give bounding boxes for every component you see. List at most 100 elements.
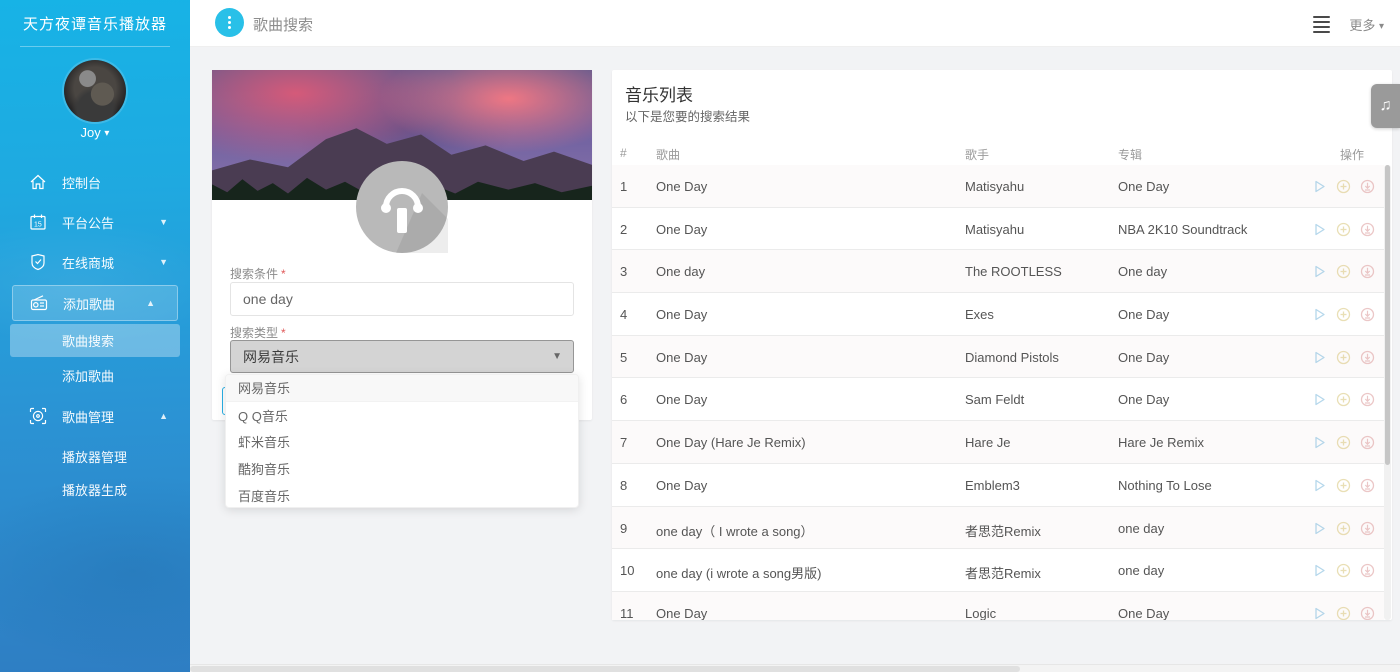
sidebar-item-song-search[interactable]: 歌曲搜索	[10, 324, 180, 357]
row-song: One Day	[656, 606, 707, 620]
sidebar-item-add-song[interactable]: 添加歌曲 ▲	[12, 285, 178, 321]
sidebar-item-announcements[interactable]: 15 平台公告 ▼	[0, 202, 190, 242]
add-icon[interactable]	[1336, 264, 1351, 279]
more-dropdown[interactable]: 更多 ▾	[1349, 15, 1384, 34]
row-song: One Day	[656, 307, 707, 322]
add-icon[interactable]	[1336, 307, 1351, 322]
row-song: One day	[656, 264, 705, 279]
chevron-down-icon: ▼	[159, 217, 168, 227]
dropdown-option-netease[interactable]: 网易音乐	[226, 375, 578, 402]
download-icon[interactable]	[1360, 350, 1375, 365]
music-note-tab[interactable]: ♫	[1371, 84, 1400, 128]
dropdown-option-xiami[interactable]: 虾米音乐	[226, 429, 578, 456]
type-label: 搜索类型*	[230, 324, 286, 341]
table-row: 6 One Day Sam Feldt One Day	[612, 378, 1384, 421]
download-icon[interactable]	[1360, 264, 1375, 279]
horizontal-scrollbar[interactable]	[190, 664, 1400, 672]
row-artist: Hare Je	[965, 435, 1011, 450]
row-song: One Day	[656, 392, 707, 407]
collapse-menu-button[interactable]	[215, 8, 244, 37]
play-icon[interactable]	[1312, 264, 1327, 279]
row-song: One Day (Hare Je Remix)	[656, 435, 806, 450]
add-icon[interactable]	[1336, 350, 1351, 365]
row-index: 8	[620, 478, 627, 493]
sidebar-item-player-generation[interactable]: 播放器生成	[0, 473, 190, 506]
add-icon[interactable]	[1336, 521, 1351, 536]
user-avatar[interactable]	[64, 60, 126, 122]
table-scrollbar[interactable]	[1384, 165, 1391, 620]
download-icon[interactable]	[1360, 435, 1375, 450]
chevron-down-icon: ▼	[159, 257, 168, 267]
download-icon[interactable]	[1360, 307, 1375, 322]
add-icon[interactable]	[1336, 179, 1351, 194]
play-icon[interactable]	[1312, 606, 1327, 620]
add-icon[interactable]	[1336, 563, 1351, 578]
add-icon[interactable]	[1336, 478, 1351, 493]
user-menu[interactable]: Joy ▾	[0, 125, 190, 140]
list-icon[interactable]	[1313, 16, 1330, 33]
sidebar-item-label: 平台公告	[62, 213, 114, 232]
sidebar-item-label: 控制台	[62, 173, 101, 192]
add-icon[interactable]	[1336, 435, 1351, 450]
add-icon[interactable]	[1336, 222, 1351, 237]
sidebar-item-label: 在线商城	[62, 253, 114, 272]
download-icon[interactable]	[1360, 222, 1375, 237]
play-icon[interactable]	[1312, 307, 1327, 322]
required-mark: *	[281, 326, 286, 340]
chevron-down-icon: ▾	[1379, 21, 1384, 32]
sidebar-item-label: 歌曲管理	[62, 407, 114, 426]
row-index: 6	[620, 392, 627, 407]
table-row: 2 One Day Matisyahu NBA 2K10 Soundtrack	[612, 208, 1384, 251]
calendar-icon: 15	[28, 212, 48, 232]
row-artist: Exes	[965, 307, 994, 322]
download-icon[interactable]	[1360, 478, 1375, 493]
sidebar-item-console[interactable]: 控制台	[0, 162, 190, 202]
table-body: 1 One Day Matisyahu One Day	[612, 165, 1384, 620]
dropdown-option-kugou[interactable]: 酷狗音乐	[226, 455, 578, 482]
download-icon[interactable]	[1360, 563, 1375, 578]
row-song: One Day	[656, 478, 707, 493]
play-icon[interactable]	[1312, 563, 1327, 578]
play-icon[interactable]	[1312, 435, 1327, 450]
row-actions	[1312, 606, 1375, 620]
play-icon[interactable]	[1312, 478, 1327, 493]
play-icon[interactable]	[1312, 392, 1327, 407]
sidebar-item-player-management[interactable]: 播放器管理	[0, 440, 190, 473]
row-album: one day	[1118, 563, 1164, 578]
play-icon[interactable]	[1312, 179, 1327, 194]
chevron-down-icon: ▼	[552, 351, 562, 362]
search-condition-input[interactable]	[230, 282, 574, 316]
sidebar-item-store[interactable]: 在线商城 ▼	[0, 242, 190, 282]
search-type-select[interactable]: 网易音乐 ▼	[230, 340, 574, 373]
row-artist: The ROOTLESS	[965, 264, 1062, 279]
dropdown-option-qq[interactable]: Q Q音乐	[226, 402, 578, 429]
play-icon[interactable]	[1312, 222, 1327, 237]
row-index: 4	[620, 307, 627, 322]
download-icon[interactable]	[1360, 179, 1375, 194]
column-song: 歌曲	[656, 146, 680, 163]
dropdown-option-baidu[interactable]: 百度音乐	[226, 482, 578, 508]
condition-label: 搜索条件*	[230, 265, 286, 282]
row-artist: Matisyahu	[965, 222, 1024, 237]
column-index: #	[620, 146, 627, 160]
play-icon[interactable]	[1312, 350, 1327, 365]
sidebar-item-song-management[interactable]: 歌曲管理 ▲	[0, 396, 190, 436]
play-icon[interactable]	[1312, 521, 1327, 536]
add-icon[interactable]	[1336, 392, 1351, 407]
table-row: 9 one day（ I wrote a song） 者思范Remix one …	[612, 507, 1384, 550]
shield-icon	[28, 252, 48, 272]
submenu-item-label: 播放器管理	[62, 447, 127, 466]
row-song: one day (i wrote a song男版)	[656, 563, 821, 582]
add-icon[interactable]	[1336, 606, 1351, 620]
download-icon[interactable]	[1360, 606, 1375, 620]
download-icon[interactable]	[1360, 392, 1375, 407]
row-album: One Day	[1118, 606, 1169, 620]
sidebar-item-label: 添加歌曲	[63, 294, 115, 313]
download-icon[interactable]	[1360, 521, 1375, 536]
row-artist: Emblem3	[965, 478, 1020, 493]
sidebar-item-add-song-child[interactable]: 添加歌曲	[0, 359, 190, 392]
music-logo-icon	[356, 161, 448, 253]
table-row: 3 One day The ROOTLESS One day	[612, 250, 1384, 293]
table-row: 4 One Day Exes One Day	[612, 293, 1384, 336]
row-artist: 者思范Remix	[965, 521, 1041, 540]
